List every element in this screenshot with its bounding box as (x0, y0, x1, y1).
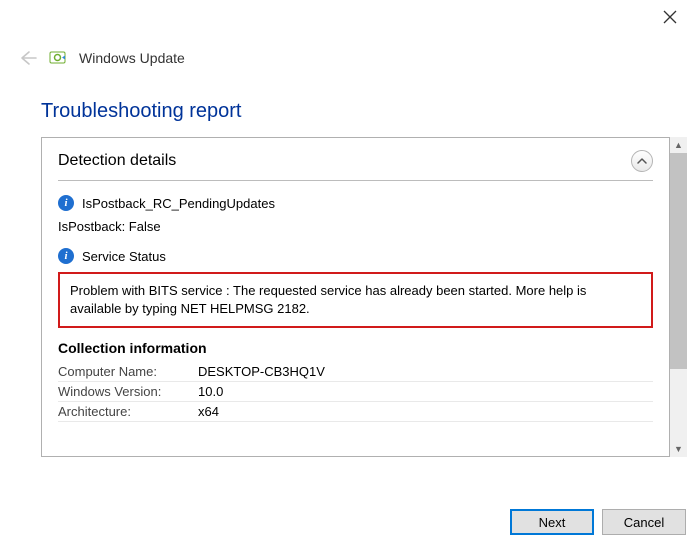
details-panel: Detection details i IsPostback_RC_Pendin… (41, 137, 670, 457)
computer-name-label: Computer Name: (58, 364, 198, 379)
detection-item: i Service Status (58, 248, 653, 264)
architecture-value: x64 (198, 404, 653, 419)
collection-row: Architecture: x64 (58, 404, 653, 422)
computer-name-value: DESKTOP-CB3HQ1V (198, 364, 653, 379)
scroll-down-arrow-icon[interactable]: ▼ (674, 441, 683, 457)
cancel-button[interactable]: Cancel (602, 509, 686, 535)
detection-section-title: Detection details (58, 152, 176, 170)
collapse-chevron-up-icon[interactable] (631, 150, 653, 172)
detection-item: i IsPostback_RC_PendingUpdates (58, 195, 653, 211)
window-title: Windows Update (79, 50, 185, 66)
scroll-up-arrow-icon[interactable]: ▲ (674, 137, 683, 153)
windows-version-value: 10.0 (198, 384, 653, 399)
detection-item-label: Service Status (82, 249, 166, 264)
header-bar: Windows Update (0, 0, 700, 70)
postback-status: IsPostback: False (58, 219, 653, 234)
vertical-scrollbar[interactable]: ▲ ▼ (670, 137, 687, 457)
error-message-box: Problem with BITS service : The requeste… (58, 272, 653, 328)
close-icon[interactable] (655, 4, 685, 33)
details-area: Detection details i IsPostback_RC_Pendin… (41, 137, 687, 457)
detection-section-header: Detection details (58, 150, 653, 181)
detection-item-label: IsPostback_RC_PendingUpdates (82, 196, 275, 211)
error-text: Problem with BITS service : The requeste… (70, 283, 586, 316)
windows-version-label: Windows Version: (58, 384, 198, 399)
footer-buttons: Next Cancel (510, 509, 686, 535)
next-button[interactable]: Next (510, 509, 594, 535)
collection-row: Computer Name: DESKTOP-CB3HQ1V (58, 364, 653, 382)
info-icon: i (58, 195, 74, 211)
troubleshooter-window: Windows Update Troubleshooting report De… (0, 0, 700, 549)
windows-update-icon (49, 50, 69, 66)
collection-section-title: Collection information (58, 340, 653, 356)
page-title: Troubleshooting report (0, 70, 700, 137)
back-arrow-icon[interactable] (15, 46, 39, 70)
architecture-label: Architecture: (58, 404, 198, 419)
scrollbar-thumb[interactable] (670, 153, 687, 441)
info-icon: i (58, 248, 74, 264)
collection-row: Windows Version: 10.0 (58, 384, 653, 402)
